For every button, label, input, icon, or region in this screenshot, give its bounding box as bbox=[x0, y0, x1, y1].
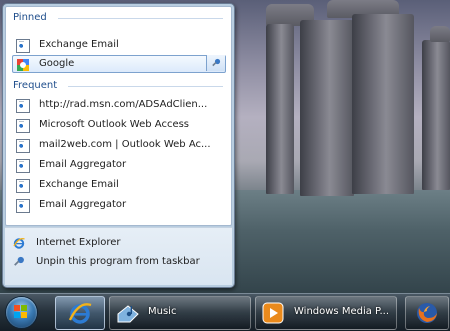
page-icon bbox=[16, 39, 30, 53]
frequent-item[interactable]: Exchange Email bbox=[12, 176, 226, 194]
frequent-item-label: mail2web.com | Outlook Web Ac... bbox=[39, 139, 211, 150]
jump-list-tasks-panel: Internet Explorer Unpin this program fro… bbox=[5, 227, 232, 285]
media-player-icon bbox=[262, 302, 284, 324]
page-icon bbox=[16, 119, 30, 133]
pinned-item-label: Exchange Email bbox=[39, 39, 119, 50]
pin-icon bbox=[212, 58, 221, 67]
frequent-item[interactable]: http://rad.msn.com/ADSAdClien... bbox=[12, 96, 226, 114]
taskbar-internet-explorer-button[interactable] bbox=[55, 296, 105, 330]
task-label: Internet Explorer bbox=[36, 237, 121, 248]
pinned-item[interactable]: Exchange Email bbox=[12, 36, 226, 54]
frequent-item-label: Email Aggregator bbox=[39, 159, 127, 170]
page-icon bbox=[16, 99, 30, 113]
windows-logo-icon bbox=[6, 297, 37, 328]
pin-icon bbox=[14, 256, 24, 266]
frequent-divider bbox=[68, 86, 223, 87]
page-icon bbox=[16, 199, 30, 213]
start-button[interactable] bbox=[2, 295, 40, 330]
task-unpin-from-taskbar[interactable]: Unpin this program from taskbar bbox=[9, 253, 223, 271]
page-icon bbox=[16, 179, 30, 193]
page-icon bbox=[16, 139, 30, 153]
frequent-item-label: Email Aggregator bbox=[39, 199, 127, 210]
taskbar-firefox-button[interactable] bbox=[405, 296, 449, 330]
taskbar-music-button[interactable]: Music bbox=[109, 296, 251, 330]
ie-icon bbox=[13, 238, 25, 249]
page-icon bbox=[16, 159, 30, 173]
wallpaper-stone bbox=[300, 20, 354, 196]
frequent-item-label: Exchange Email bbox=[39, 179, 119, 190]
pinned-divider bbox=[58, 18, 223, 19]
task-open-internet-explorer[interactable]: Internet Explorer bbox=[9, 234, 223, 252]
frequent-item[interactable]: Microsoft Outlook Web Access bbox=[12, 116, 226, 134]
firefox-icon bbox=[417, 303, 437, 323]
wallpaper-stone bbox=[352, 14, 414, 194]
pinned-heading: Pinned bbox=[13, 12, 47, 23]
taskbar-button-label: Music bbox=[148, 306, 177, 317]
pinned-item-google[interactable]: Google bbox=[12, 55, 226, 73]
taskbar-button-label: Windows Media P... bbox=[294, 306, 390, 317]
frequent-item[interactable]: Email Aggregator bbox=[12, 196, 226, 214]
taskbar: Music Windows Media P... bbox=[0, 293, 450, 331]
jump-list: Pinned Exchange Email Google Frequent ht… bbox=[2, 3, 235, 288]
task-label: Unpin this program from taskbar bbox=[36, 256, 200, 267]
wallpaper-lintel bbox=[430, 26, 450, 42]
pinned-item-label: Google bbox=[39, 58, 75, 69]
frequent-item-label: Microsoft Outlook Web Access bbox=[39, 119, 190, 130]
google-icon bbox=[17, 59, 29, 71]
wallpaper-stone bbox=[266, 24, 294, 194]
jump-list-items-panel: Pinned Exchange Email Google Frequent ht… bbox=[5, 6, 232, 226]
wallpaper-stone bbox=[422, 40, 450, 190]
ie-icon bbox=[68, 303, 92, 324]
music-folder-icon bbox=[117, 305, 139, 323]
frequent-item[interactable]: Email Aggregator bbox=[12, 156, 226, 174]
frequent-item[interactable]: mail2web.com | Outlook Web Ac... bbox=[12, 136, 226, 154]
unpin-button[interactable] bbox=[206, 55, 225, 71]
frequent-heading: Frequent bbox=[13, 80, 58, 91]
frequent-item-label: http://rad.msn.com/ADSAdClien... bbox=[39, 99, 208, 110]
taskbar-windows-media-player-button[interactable]: Windows Media P... bbox=[255, 296, 397, 330]
